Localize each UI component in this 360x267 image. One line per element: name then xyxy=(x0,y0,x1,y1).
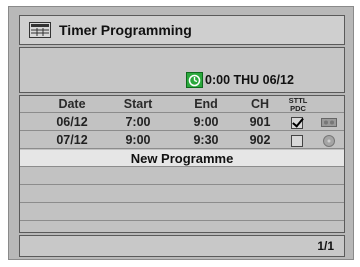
header-end: End xyxy=(194,97,218,111)
new-programme-label: New Programme xyxy=(130,151,234,166)
row-date: 07/12 xyxy=(56,133,88,147)
page-indicator: 1/1 xyxy=(317,239,334,253)
empty-row[interactable] xyxy=(20,204,344,221)
timer-programming-screen: Timer Programming 0:00 THU 06/12 Date St… xyxy=(8,6,354,260)
new-programme-row[interactable]: New Programme xyxy=(20,150,344,167)
table-row[interactable]: 06/12 7:00 9:00 901 xyxy=(20,114,344,131)
header-sttl-pdc: STTL PDC xyxy=(282,96,314,113)
row-ch: 902 xyxy=(249,133,271,147)
row-end: 9:30 xyxy=(193,133,219,147)
row-date: 06/12 xyxy=(56,115,88,129)
header-ch: CH xyxy=(250,97,270,111)
page-title: Timer Programming xyxy=(59,22,192,38)
clock-icon xyxy=(186,72,203,88)
videotape-icon xyxy=(318,114,340,131)
sttl-pdc-checkbox[interactable] xyxy=(291,117,303,129)
table-row[interactable]: 07/12 9:00 9:30 902 xyxy=(20,132,344,149)
empty-row[interactable] xyxy=(20,168,344,185)
row-end: 9:00 xyxy=(193,115,219,129)
disc-icon xyxy=(318,132,340,149)
footer-bar: 1/1 xyxy=(19,235,345,257)
current-time-text: 0:00 THU 06/12 xyxy=(205,73,294,87)
sttl-pdc-checkbox[interactable] xyxy=(291,135,303,147)
empty-row[interactable] xyxy=(20,186,344,203)
clock-panel: 0:00 THU 06/12 xyxy=(19,47,345,93)
timer-table: Date Start End CH STTL PDC 06/12 7:00 9:… xyxy=(19,95,345,233)
row-ch: 901 xyxy=(249,115,271,129)
title-bar: Timer Programming xyxy=(19,15,345,45)
current-time-display: 0:00 THU 06/12 xyxy=(186,72,294,88)
row-start: 9:00 xyxy=(125,133,151,147)
header-pdc: PDC xyxy=(290,104,306,113)
table-header-row: Date Start End CH STTL PDC xyxy=(20,96,344,113)
timer-menu-icon xyxy=(29,22,51,38)
row-start: 7:00 xyxy=(125,115,151,129)
header-start: Start xyxy=(123,97,153,111)
header-date: Date xyxy=(58,97,86,111)
